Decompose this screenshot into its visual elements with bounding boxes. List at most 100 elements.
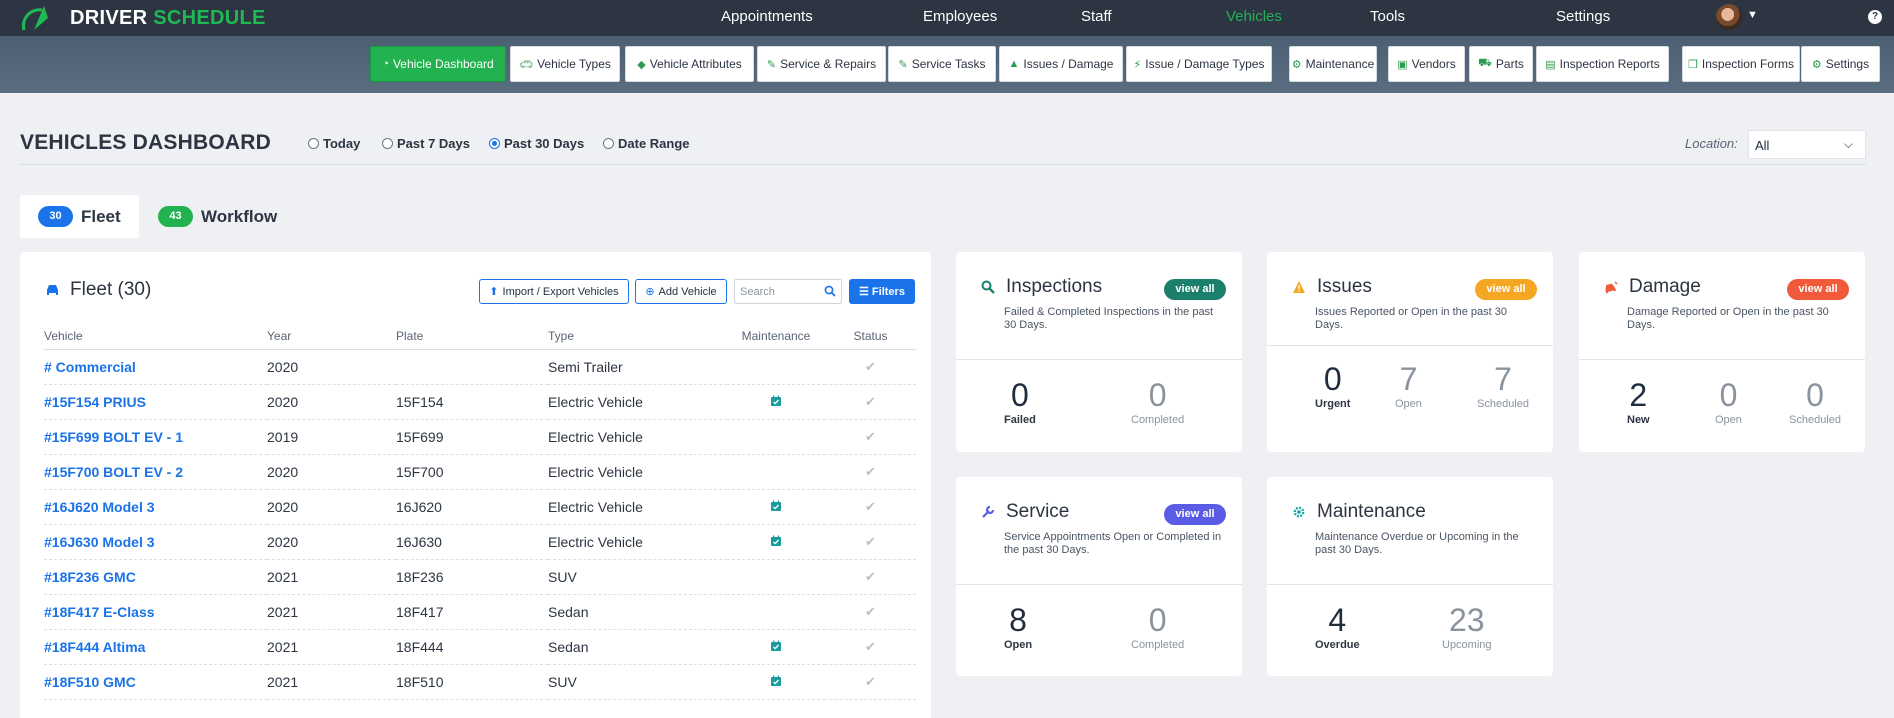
calendar-check-icon[interactable] [770,395,782,407]
subnav-inspection-reports[interactable]: ▤ Inspection Reports [1536,46,1669,82]
range-past-30-days[interactable]: Past 30 Days [489,136,584,151]
col-year[interactable]: Year [267,323,396,350]
col-plate[interactable]: Plate [396,323,548,350]
radio-checked-icon[interactable] [489,138,500,149]
car-crash-icon [1605,281,1618,294]
table-row[interactable]: #18F444 Altima 2021 18F444 Sedan ✔ [44,629,916,665]
vehicle-link[interactable]: # Commercial [44,349,267,385]
maintenance-overdue-stat[interactable]: 4 Overdue [1315,603,1360,651]
range-past-7-days[interactable]: Past 7 Days [382,136,470,151]
table-row[interactable]: #16J620 Model 3 2020 16J620 Electric Vehicl… [44,489,916,525]
damage-open-stat[interactable]: 0 Open [1715,378,1742,426]
issues-view-all-button[interactable]: view all [1475,279,1537,300]
col-type[interactable]: Type [548,323,727,350]
col-vehicle[interactable]: Vehicle [44,323,267,350]
issues-open-stat[interactable]: 7 Open [1395,362,1422,410]
service-view-all-button[interactable]: view all [1164,504,1226,525]
nav-appointments[interactable]: Appointments [721,8,813,25]
col-status[interactable]: Status [825,323,916,350]
calendar-check-icon[interactable] [770,500,782,512]
subnav-vehicle-attributes[interactable]: ◆ Vehicle Attributes [625,46,754,82]
subnav-issues-damage[interactable]: ▲ Issues / Damage [999,46,1123,82]
tab-workflow[interactable]: 43 Workflow [140,195,295,238]
table-row[interactable]: #15F699 BOLT EV - 1 2019 15F699 Electric Ve… [44,419,916,455]
vehicle-link[interactable]: #18F444 Altima [44,629,267,665]
subnav-service-repairs[interactable]: ✎ Service & Repairs [757,46,886,82]
import-export-button[interactable]: ⬆︎ Import / Export Vehicles [479,279,629,304]
vehicle-link[interactable]: #18F236 GMC [44,559,267,595]
table-row[interactable]: #18F417 E-Class 2021 18F417 Sedan ✔ [44,594,916,630]
service-completed-stat[interactable]: 0 Completed [1131,603,1184,651]
calendar-check-icon[interactable] [770,675,782,687]
nav-staff[interactable]: Staff [1081,8,1112,25]
table-row[interactable]: # Commercial 2020 Semi Trailer ✔ [44,349,916,385]
damage-scheduled-stat[interactable]: 0 Scheduled [1789,378,1841,426]
table-row[interactable]: #18F236 GMC 2021 18F236 SUV ✔ [44,559,916,595]
calendar-check-icon[interactable] [770,535,782,547]
table-row[interactable]: #16J630 Model 3 2020 16J630 Electric Vehicl… [44,524,916,560]
radio-icon[interactable] [603,138,614,149]
vehicle-year: 2021 [267,664,396,700]
table-row[interactable]: #15F154 PRIUS 2020 15F154 Electric Vehicle ✔ [44,384,916,420]
damage-new-stat[interactable]: 2 New [1627,378,1650,426]
vehicle-year: 2019 [267,419,396,455]
app-logo[interactable]: DRIVER SCHEDULE [20,4,266,32]
radio-icon[interactable] [308,138,319,149]
list-icon: ☰ [859,286,869,298]
range-today[interactable]: Today [308,136,360,151]
vehicle-link[interactable]: #18F510 GMC [44,664,267,700]
issues-urgent-stat[interactable]: 0 Urgent [1315,362,1350,410]
maintenance-upcoming-stat[interactable]: 23 Upcoming [1442,603,1492,651]
tab-fleet[interactable]: 30 Fleet [20,195,139,238]
range-date-range[interactable]: Date Range [603,136,690,151]
inspections-view-all-button[interactable]: view all [1164,279,1226,300]
nav-settings[interactable]: Settings [1556,8,1610,25]
inspections-failed-stat[interactable]: 0 Failed [1004,378,1036,426]
vehicle-link[interactable]: #16J630 Model 3 [44,524,267,560]
table-row[interactable]: #15F700 BOLT EV - 2 2020 15F700 Electric Ve… [44,454,916,490]
subnav-inspection-forms[interactable]: ❐ Inspection Forms [1682,46,1800,82]
user-avatar[interactable] [1716,4,1742,30]
service-open-stat[interactable]: 8 Open [1004,603,1032,651]
vehicle-link[interactable]: #15F700 BOLT EV - 2 [44,454,267,490]
issues-scheduled-stat[interactable]: 7 Scheduled [1477,362,1529,410]
chevron-down-icon[interactable]: ▼ [1747,9,1758,21]
vehicle-link[interactable]: #15F699 BOLT EV - 1 [44,419,267,455]
maintenance-cell [727,349,825,385]
nav-tools[interactable]: Tools [1370,8,1405,25]
filters-button[interactable]: ☰ Filters [849,279,915,304]
vehicle-plate: 15F700 [396,454,548,490]
vehicle-link[interactable]: #16J620 Model 3 [44,489,267,525]
subnav-vendors[interactable]: ▣ Vendors [1388,46,1465,82]
status-cell: ✔ [825,384,916,420]
calendar-check-icon[interactable] [770,640,782,652]
check-icon: ✔ [865,394,876,409]
location-label: Location: [1685,136,1738,151]
radio-icon[interactable] [382,138,393,149]
nav-vehicles[interactable]: Vehicles [1226,8,1282,25]
status-cell: ✔ [825,349,916,385]
subnav-settings[interactable]: ⚙︎ Settings [1801,46,1880,82]
add-vehicle-button[interactable]: ⊕ Add Vehicle [635,279,727,304]
subnav-vehicle-types[interactable]: 🚗︎ Vehicle Types [510,46,620,82]
check-icon: ✔ [865,674,876,689]
inspections-completed-stat[interactable]: 0 Completed [1131,378,1184,426]
subnav-issue-damage-types[interactable]: ⚡︎ Issue / Damage Types [1126,46,1272,82]
vehicle-link[interactable]: #18F417 E-Class [44,594,267,630]
subnav-vehicle-dashboard[interactable]: ◔ Vehicle Dashboard [370,46,506,82]
location-select[interactable]: All ⌵ [1748,130,1866,159]
gear-icon: ⚙︎ [1811,58,1822,71]
table-row[interactable]: #18F510 GMC 2021 18F510 SUV ✔ [44,664,916,700]
subnav-parts[interactable]: ⛟︎ Parts [1469,46,1533,82]
check-icon: ✔ [865,499,876,514]
vehicle-link[interactable]: #15F154 PRIUS [44,384,267,420]
nav-employees[interactable]: Employees [923,8,997,25]
damage-view-all-button[interactable]: view all [1787,279,1849,300]
vehicle-plate [396,349,548,385]
col-maintenance[interactable]: Maintenance [727,323,825,350]
search-input[interactable]: Search [734,279,842,304]
subnav-service-tasks[interactable]: ✎ Service Tasks [888,46,996,82]
help-icon[interactable]: ? [1868,10,1882,24]
subnav-maintenance[interactable]: ⚙︎ Maintenance [1289,46,1377,82]
vehicle-plate: 15F154 [396,384,548,420]
